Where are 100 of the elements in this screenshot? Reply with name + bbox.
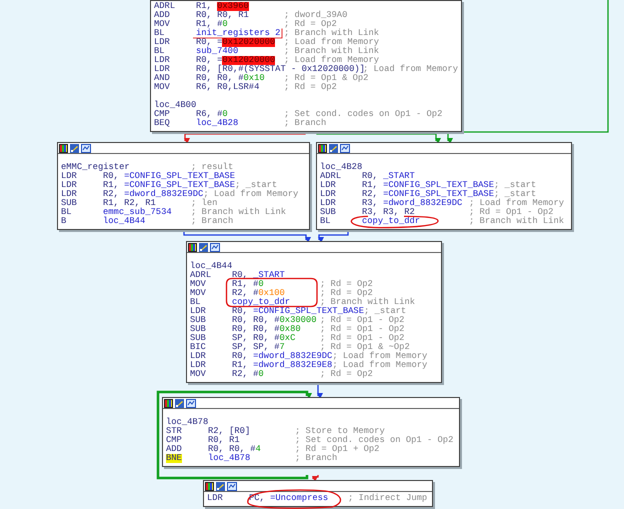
operand: R0, R0, #0x80 <box>232 325 301 334</box>
operand: R0, =0x12020000 <box>196 56 276 65</box>
operand: SP, SP, #7 <box>232 343 285 352</box>
comment: ; Load from Memory <box>469 199 564 208</box>
operand: R3, =dword_8832E9DC <box>362 199 462 208</box>
comment: ; Branch with Link <box>284 29 380 38</box>
mnemonic: ADRL <box>190 271 212 280</box>
operand: R1, =CONFIG_SPL_TEXT_BASE <box>362 181 494 190</box>
mnemonic: SUB <box>61 199 77 208</box>
operand: R0, =0x12020000 <box>196 38 276 47</box>
image-icon[interactable] <box>81 144 91 152</box>
mnemonic: LDR <box>61 172 77 181</box>
operand: R0, R0, #0x10 <box>196 74 265 83</box>
code-label: loc_4B78 <box>166 418 208 427</box>
comment: ; _start <box>494 190 536 199</box>
operand: R0, R0, #0x30000 <box>232 316 316 325</box>
mnemonic: ADRL <box>154 2 176 11</box>
comment: ; Load from Memory <box>284 38 380 47</box>
operand: R0, =CONFIG_SPL_TEXT_BASE <box>232 307 364 316</box>
operand: R2, =dword_8832E9DC <box>103 190 204 199</box>
comment: ; Rd = Op1 - Op2 <box>469 208 554 217</box>
edit-icon[interactable] <box>216 482 225 490</box>
mnemonic: BL <box>154 47 165 56</box>
operand: R1, #0 <box>232 280 264 289</box>
mnemonic: BNE <box>166 454 182 463</box>
mnemonic: MOV <box>190 370 206 379</box>
mnemonic: SUB <box>320 208 336 217</box>
palette-icon[interactable] <box>188 242 197 252</box>
operand: R6, R0,LSR#4 <box>196 83 260 92</box>
operand: sub_7400 <box>196 47 238 56</box>
mnemonic: LDR <box>320 181 336 190</box>
operand: copy_to_ddr <box>232 298 290 307</box>
image-icon[interactable] <box>186 398 196 408</box>
operand: R2, #0 <box>232 370 264 379</box>
operand: R2, #0x100 <box>232 289 285 298</box>
operand: init_registers 2 <box>196 29 280 38</box>
mnemonic: CMP <box>166 436 182 445</box>
edit-icon[interactable] <box>70 144 79 152</box>
image-icon[interactable] <box>340 144 350 152</box>
operand: R1, =CONFIG_SPL_TEXT_BASE <box>103 181 235 190</box>
comment: ; Set cond. codes on Op1 - Op2 <box>284 110 442 119</box>
operand: R0, [R0,#(SYSSTAT - 0x12020000)] <box>196 65 365 74</box>
comment: ; Branch <box>295 454 338 463</box>
mnemonic: MOV <box>190 280 206 289</box>
comment: ; Load from Memory <box>332 361 428 370</box>
comment: ; _start <box>364 307 406 316</box>
operand: loc_4B28 <box>196 119 238 128</box>
mnemonic: LDR <box>190 307 206 316</box>
comment: ; Rd = Op2 <box>284 83 337 92</box>
comment: ; Load from Memory <box>332 352 428 361</box>
comment: ; Load from Memory <box>362 65 458 74</box>
mnemonic: ADD <box>166 445 182 454</box>
operand: R0, R0, #4 <box>208 445 261 454</box>
mnemonic: LDR <box>207 494 223 503</box>
mnemonic: SUB <box>190 325 206 334</box>
edit-icon[interactable] <box>175 398 184 408</box>
palette-icon[interactable] <box>205 482 214 490</box>
mnemonic: AND <box>154 74 170 83</box>
operand: R1, 0x3960 <box>196 2 249 11</box>
operand: R0, _START <box>362 172 415 181</box>
comment: ; Rd = Op2 <box>320 289 373 298</box>
palette-icon[interactable] <box>59 144 68 152</box>
palette-icon[interactable] <box>164 398 173 408</box>
mnemonic: MOV <box>190 289 206 298</box>
operand: R3, R3, R2 <box>362 208 415 217</box>
operand: SP, R0, #0xC <box>232 334 296 343</box>
image-icon[interactable] <box>210 242 220 252</box>
comment: ; Store to Memory <box>295 427 385 436</box>
operand: R1, R2, R1 <box>103 199 156 208</box>
operand: R2, [R0] <box>208 427 250 436</box>
comment: ; Load from Memory <box>203 190 298 199</box>
image-icon[interactable] <box>227 482 237 490</box>
mnemonic: LDR <box>154 38 170 47</box>
comment: ; Rd = Op1 & Op2 <box>284 74 368 83</box>
edge-arrow <box>318 231 349 243</box>
operand: emmc_sub_7534 <box>103 208 172 217</box>
palette-icon[interactable] <box>318 144 327 152</box>
operand: R0, _START <box>232 271 285 280</box>
comment: ; Rd = Op1 & ~Op2 <box>320 343 410 352</box>
comment: ; result <box>191 163 234 172</box>
mnemonic: BIC <box>190 343 206 352</box>
edit-icon[interactable] <box>329 144 338 152</box>
mnemonic: LDR <box>61 190 77 199</box>
comment: ; Branch <box>284 119 326 128</box>
comment: ; Rd = Op1 + Op2 <box>295 445 380 454</box>
operand: R2, =CONFIG_SPL_TEXT_BASE <box>362 190 494 199</box>
operand: copy_to_ddr <box>362 217 420 226</box>
mnemonic: LDR <box>320 199 336 208</box>
comment: ; dword_39A0 <box>284 11 348 20</box>
operand: R0, R1 <box>208 436 240 445</box>
comment: ; Set cond. codes on Op1 - Op2 <box>295 436 454 445</box>
code-label: loc_4B28 <box>320 163 362 172</box>
operand: R0, =CONFIG_SPL_TEXT_BASE <box>103 172 235 181</box>
edit-icon[interactable] <box>199 242 208 252</box>
operand: R1, =dword_8832E9E8 <box>232 361 332 370</box>
comment: ; Rd = Op2 <box>320 370 373 379</box>
comment: ; Branch with Link <box>469 217 564 226</box>
mnemonic: BL <box>154 29 165 38</box>
operand: R6, #0 <box>196 110 228 119</box>
mnemonic: SUB <box>190 316 206 325</box>
